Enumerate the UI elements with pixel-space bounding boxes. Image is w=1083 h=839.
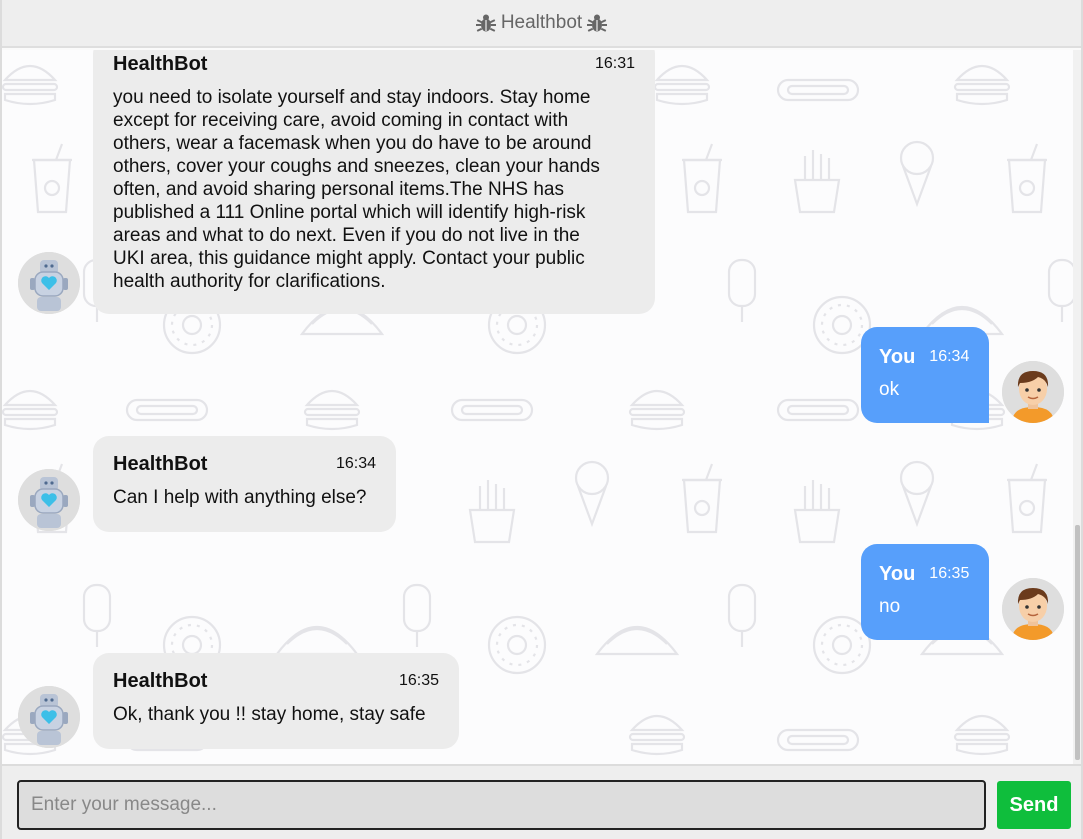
message-text: Ok, thank you !! stay home, stay safe <box>113 704 426 725</box>
message-text: you need to isolate yourself and stay in… <box>113 86 635 293</box>
chat-scrollbar-thumb[interactable] <box>1075 525 1080 760</box>
header-title: Healthbot <box>500 12 583 33</box>
composer-bar: Send <box>2 764 1081 839</box>
chat-app: Healthbot HealthBot 16:31 you need to is… <box>0 0 1083 839</box>
sender-name: You <box>879 562 916 585</box>
user-avatar <box>1002 578 1064 640</box>
message-time: 16:31 <box>594 55 635 72</box>
message-line: you need to isolate yourself and stay in… <box>113 87 591 108</box>
message-time: 16:34 <box>929 348 970 365</box>
message-time: 16:35 <box>398 672 439 689</box>
bot-message-bubble: HealthBot 16:34 Can I help with anything… <box>93 436 396 532</box>
chat-message-area[interactable]: HealthBot 16:31 you need to isolate your… <box>2 50 1073 764</box>
bug-icon <box>475 12 497 34</box>
sender-name: HealthBot <box>113 452 208 475</box>
bot-avatar <box>18 252 80 314</box>
message-text: Can I help with anything else? <box>113 487 367 508</box>
chat-header: Healthbot <box>2 0 1081 48</box>
message-line: health authority for clarifications. <box>113 271 386 292</box>
bot-message-bubble: HealthBot 16:31 you need to isolate your… <box>93 50 655 314</box>
send-button[interactable]: Send <box>997 781 1071 829</box>
sender-name: HealthBot <box>113 52 208 75</box>
message-text: ok <box>879 379 900 400</box>
message-text: no <box>879 596 901 617</box>
message-line: others, wear a facemask when you do have… <box>113 133 592 154</box>
message-input[interactable] <box>17 780 986 830</box>
user-avatar <box>1002 361 1064 423</box>
bot-message-bubble: HealthBot 16:35 Ok, thank you !! stay ho… <box>93 653 459 749</box>
user-message-bubble: You 16:34 ok <box>861 327 989 423</box>
bug-icon <box>586 12 608 34</box>
user-message-bubble: You 16:35 no <box>861 544 989 640</box>
bot-avatar <box>18 469 80 531</box>
message-line: except for receiving care, avoid coming … <box>113 110 569 131</box>
message-time: 16:34 <box>335 455 376 472</box>
message-time: 16:35 <box>929 565 970 582</box>
message-line: UKI area, this guidance might apply. Con… <box>113 248 585 269</box>
message-line: published a 111 Online portal which will… <box>113 202 586 223</box>
message-line: often, and avoid sharing personal items.… <box>113 179 564 200</box>
message-line: others, cover your coughs and sneezes, c… <box>113 156 600 177</box>
sender-name: You <box>879 345 916 368</box>
sender-name: HealthBot <box>113 669 208 692</box>
bot-avatar <box>18 686 80 748</box>
message-line: areas and what to do next. Even if you d… <box>113 225 580 246</box>
